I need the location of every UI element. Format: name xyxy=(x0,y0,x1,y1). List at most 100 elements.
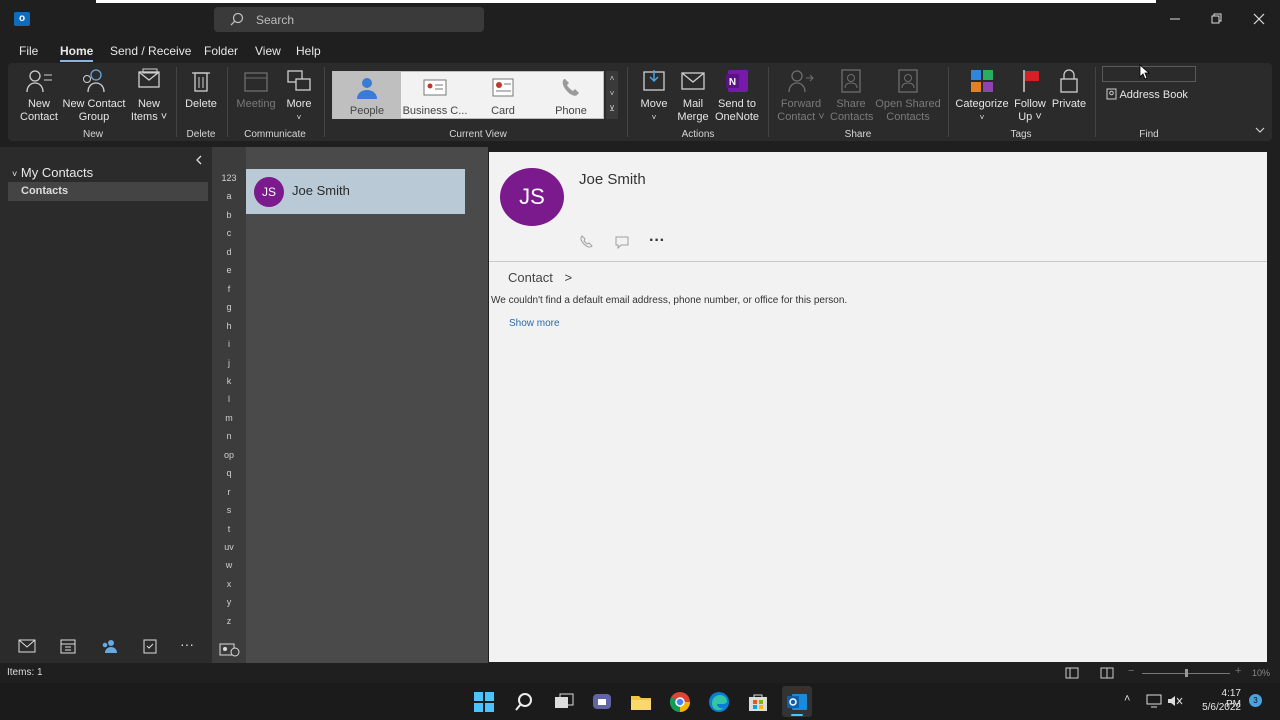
call-icon[interactable] xyxy=(578,234,594,250)
tab-help[interactable]: Help xyxy=(296,44,321,58)
gallery-down-icon[interactable]: ˅ xyxy=(606,86,618,101)
delete-button[interactable]: Delete xyxy=(182,68,220,111)
task-view-icon[interactable] xyxy=(553,691,575,713)
close-icon[interactable] xyxy=(1250,10,1268,28)
tab-file[interactable]: File xyxy=(19,44,38,58)
folder-item-contacts[interactable]: Contacts xyxy=(8,182,208,201)
alpha-index-s[interactable]: s xyxy=(212,505,246,515)
alpha-index-g[interactable]: g xyxy=(212,302,246,312)
follow-up-button[interactable]: Follow Up ˅ xyxy=(1012,68,1048,124)
search-box[interactable]: Search xyxy=(214,7,484,32)
alpha-index-y[interactable]: y xyxy=(212,597,246,607)
tab-send-receive[interactable]: Send / Receive xyxy=(110,44,191,58)
alpha-index-i[interactable]: i xyxy=(212,339,246,349)
alpha-index-m[interactable]: m xyxy=(212,413,246,423)
outlook-logo-icon[interactable]: o xyxy=(14,12,30,26)
alpha-index-c[interactable]: c xyxy=(212,228,246,238)
chat-icon[interactable] xyxy=(614,235,630,249)
collapse-ribbon-icon[interactable] xyxy=(1254,125,1266,135)
tasks-nav-icon[interactable] xyxy=(142,638,158,654)
meeting-button[interactable]: Meeting xyxy=(234,68,278,111)
outlook-taskbar-button[interactable] xyxy=(782,686,812,717)
edge-icon[interactable] xyxy=(708,691,730,713)
alpha-index-j[interactable]: j xyxy=(212,358,246,368)
tab-view[interactable]: View xyxy=(255,44,281,58)
alpha-index-q[interactable]: q xyxy=(212,468,246,478)
mail-icon[interactable] xyxy=(18,639,36,653)
title-bar-highlight xyxy=(96,0,1156,3)
view-card[interactable]: Card xyxy=(469,72,537,118)
send-to-onenote-button[interactable]: N Send to OneNote xyxy=(712,68,762,124)
alpha-index-z[interactable]: z xyxy=(212,616,246,626)
forward-contact-button[interactable]: Forward Contact ˅ xyxy=(775,68,827,124)
new-contact-button[interactable]: New Contact xyxy=(14,68,64,124)
mail-merge-button[interactable]: Mail Merge xyxy=(676,68,710,124)
alpha-index-l[interactable]: l xyxy=(212,394,246,404)
new-contact-group-button[interactable]: New Contact Group xyxy=(62,68,126,124)
view-people[interactable]: People xyxy=(333,72,401,118)
open-shared-contacts-button[interactable]: Open Shared Contacts xyxy=(874,68,942,124)
more-button[interactable]: More ˅ xyxy=(282,68,316,124)
alpha-index-k[interactable]: k xyxy=(212,376,246,386)
taskbar-search-icon[interactable] xyxy=(513,691,535,713)
alpha-index-a[interactable]: a xyxy=(212,191,246,201)
alpha-index-e[interactable]: e xyxy=(212,265,246,275)
reading-view-icon[interactable] xyxy=(1100,667,1114,679)
gallery-scroll[interactable]: ˄ ˅ ⊻ xyxy=(606,71,618,119)
alpha-index-t[interactable]: t xyxy=(212,524,246,534)
view-phone[interactable]: Phone xyxy=(537,72,605,118)
gallery-expand-icon[interactable]: ⊻ xyxy=(606,101,618,116)
alpha-index-n[interactable]: n xyxy=(212,431,246,441)
svg-text:N: N xyxy=(729,77,736,88)
my-contacts-header[interactable]: ˅ My Contacts xyxy=(12,165,93,180)
minimize-icon[interactable] xyxy=(1166,10,1184,28)
show-more-link[interactable]: Show more xyxy=(509,318,560,329)
notification-badge[interactable]: 3 xyxy=(1249,694,1262,707)
open-shared-contacts-label-1: Open Shared xyxy=(875,98,941,110)
more-options-icon[interactable]: ··· xyxy=(649,232,665,250)
restore-icon[interactable] xyxy=(1207,10,1225,28)
contact-section-header[interactable]: Contact > xyxy=(508,270,572,285)
alpha-index-w[interactable]: w xyxy=(212,560,246,570)
alpha-index-uv[interactable]: uv xyxy=(212,542,246,552)
alpha-index-b[interactable]: b xyxy=(212,210,246,220)
tab-folder[interactable]: Folder xyxy=(204,44,238,58)
alpha-index-op[interactable]: op xyxy=(212,450,246,460)
file-explorer-icon[interactable] xyxy=(630,691,652,713)
alpha-index-r[interactable]: r xyxy=(212,487,246,497)
chrome-icon[interactable] xyxy=(669,691,691,713)
clock-date[interactable]: 5/6/2022 xyxy=(1196,702,1241,713)
zoom-slider-thumb[interactable] xyxy=(1185,669,1188,677)
tray-overflow-icon[interactable]: ˄ xyxy=(1124,693,1130,705)
volume-muted-icon[interactable] xyxy=(1167,694,1183,708)
teams-chat-icon[interactable] xyxy=(591,691,613,713)
alpha-index-f[interactable]: f xyxy=(212,284,246,294)
private-button[interactable]: Private xyxy=(1050,68,1088,111)
calendar-nav-icon[interactable] xyxy=(60,638,76,654)
mail-merge-label-1: Mail xyxy=(682,98,704,110)
store-icon[interactable] xyxy=(747,691,769,713)
new-items-label-2: Items ˅ xyxy=(130,111,168,123)
zoom-in-icon[interactable]: + xyxy=(1235,665,1241,677)
categorize-button[interactable]: Categorize ˅ xyxy=(954,68,1010,124)
windows-start-icon[interactable] xyxy=(473,691,495,713)
alpha-index-h[interactable]: h xyxy=(212,321,246,331)
contact-list-item[interactable]: JS Joe Smith xyxy=(246,169,465,214)
tab-home[interactable]: Home xyxy=(60,44,93,58)
alpha-index-d[interactable]: d xyxy=(212,247,246,257)
move-button[interactable]: Move ˅ xyxy=(636,68,672,124)
alpha-index-123[interactable]: 123 xyxy=(212,173,246,183)
gallery-up-icon[interactable]: ˄ xyxy=(606,71,618,86)
contact-card-toggle-icon[interactable] xyxy=(219,642,241,658)
address-book-button[interactable]: Address Book xyxy=(1106,88,1192,102)
network-icon[interactable] xyxy=(1146,694,1162,708)
alpha-index-x[interactable]: x xyxy=(212,579,246,589)
share-contacts-button[interactable]: Share Contacts xyxy=(830,68,873,124)
more-nav-icon[interactable]: ··· xyxy=(180,636,194,652)
normal-view-icon[interactable] xyxy=(1065,667,1079,679)
people-nav-icon[interactable] xyxy=(100,638,118,654)
new-items-button[interactable]: New Items ˅ xyxy=(128,68,170,124)
view-business-card[interactable]: Business C... xyxy=(401,72,469,118)
collapse-pane-icon[interactable] xyxy=(194,155,204,165)
zoom-out-icon[interactable]: − xyxy=(1128,665,1134,677)
